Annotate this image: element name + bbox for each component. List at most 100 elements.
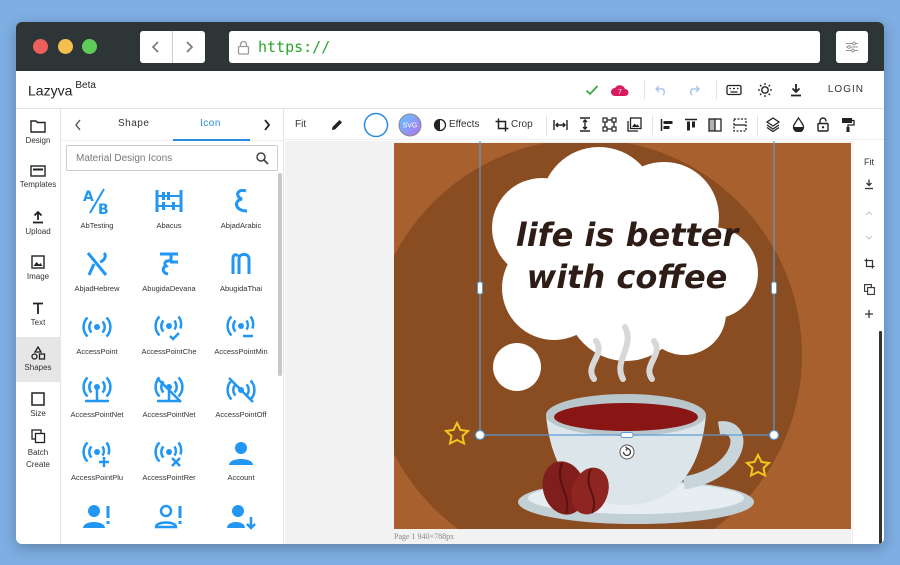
icon-tile[interactable]: AccessPointNet [133, 368, 205, 431]
header-divider [716, 80, 717, 100]
redo-button[interactable] [683, 80, 703, 100]
fill-color-button[interactable] [363, 112, 389, 138]
svg-badge-button[interactable]: SVG [397, 112, 423, 138]
panel-scrollbar[interactable] [278, 173, 282, 376]
svg-badge-label: SVG [403, 123, 418, 130]
nav-item-size[interactable]: Size [16, 382, 60, 428]
fit-width-button[interactable] [553, 114, 568, 135]
icon-tile[interactable] [133, 494, 205, 529]
add-page-button[interactable] [853, 309, 884, 321]
resize-handle-bottom[interactable] [620, 432, 634, 438]
icon-tile[interactable]: AccessPointPlu [61, 431, 133, 494]
nav-item-shapes[interactable]: Shapes [16, 336, 60, 382]
tab-icon[interactable]: Icon [200, 118, 221, 129]
move-up-button[interactable] [853, 209, 884, 219]
cloud-sync-button[interactable]: 7 [610, 80, 630, 100]
icon-tile[interactable]: AccessPointOff [205, 368, 277, 431]
download-button[interactable] [786, 80, 806, 100]
batch-create-icon [30, 429, 45, 444]
resize-handle-right[interactable] [771, 281, 777, 295]
minimize-window-button[interactable] [58, 39, 73, 54]
nav-item-upload[interactable]: Upload [16, 200, 60, 246]
crop-page-button[interactable] [853, 258, 884, 271]
search-icon[interactable] [256, 152, 269, 165]
browser-settings-button[interactable] [836, 31, 868, 63]
flip-vertical-button[interactable] [733, 114, 747, 135]
chevron-left-icon[interactable] [74, 119, 82, 131]
back-button[interactable] [140, 31, 172, 63]
duplicate-page-button[interactable] [853, 284, 884, 297]
theme-toggle-button[interactable] [755, 80, 775, 100]
icon-tile[interactable]: AbjadArabic [205, 179, 277, 242]
forward-button[interactable] [172, 31, 205, 63]
export-button[interactable] [853, 179, 884, 192]
icon-tile[interactable]: AccessPointChe [133, 305, 205, 368]
nav-item-templates[interactable]: Templates [16, 155, 60, 201]
icon-tile-label: Abacus [156, 221, 182, 230]
move-down-button[interactable] [853, 234, 884, 244]
undo-button[interactable] [652, 80, 672, 100]
replace-image-button[interactable] [627, 114, 642, 135]
icon-tile-label: AccessPointOff [215, 410, 267, 419]
app-logo[interactable]: Lazyva Beta [28, 80, 96, 99]
login-button[interactable]: LOGIN [828, 84, 864, 95]
layers-button[interactable] [766, 114, 780, 135]
icon-search [66, 145, 278, 171]
nav-item-text[interactable]: Text [16, 291, 60, 337]
icon-tile[interactable]: AB AbTesting [61, 179, 133, 242]
nav-item-label: Text [30, 317, 46, 327]
icon-tile-label: AccessPointNet [70, 410, 124, 419]
maximize-window-button[interactable] [82, 39, 97, 54]
icon-tile-label: AbTesting [80, 221, 114, 230]
flip-horizontal-button[interactable] [708, 114, 722, 135]
icon-tile[interactable]: Account [205, 431, 277, 494]
icon-tile[interactable]: AbugidaDevana [133, 242, 205, 305]
app-name: Lazyva [28, 82, 73, 99]
address-bar[interactable]: https:// [229, 31, 820, 63]
rotate-handle[interactable] [619, 444, 635, 460]
canvas-area: life is better with coffee Page 1 940×78… [285, 141, 851, 544]
fit-height-button[interactable] [578, 114, 592, 135]
align-top-button[interactable] [684, 114, 698, 135]
close-window-button[interactable] [33, 39, 48, 54]
crop-icon [864, 258, 874, 269]
icon-tile[interactable]: AccessPointRer [133, 431, 205, 494]
account-alert-outline-icon [154, 504, 182, 529]
lock-icon [237, 40, 250, 55]
lock-button[interactable] [817, 114, 829, 135]
zoom-fit-button[interactable]: Fit [853, 157, 884, 167]
icon-search-input[interactable] [76, 146, 256, 170]
edit-button[interactable] [330, 114, 344, 135]
keyboard-shortcuts-button[interactable] [724, 80, 744, 100]
crop-button[interactable]: Crop [495, 114, 533, 135]
icon-tile[interactable] [205, 494, 277, 530]
icon-tile[interactable]: AccessPointNet [61, 368, 133, 431]
transform-button[interactable] [602, 114, 617, 135]
account-alert-icon [83, 505, 110, 528]
svg-text:B: B [98, 202, 109, 216]
selection-box[interactable] [479, 141, 775, 436]
tab-shape[interactable]: Shape [118, 118, 149, 129]
icon-tile[interactable]: AbjadHebrew [61, 242, 133, 305]
icon-tile[interactable]: AbugidaThai [205, 242, 277, 305]
nav-item-design[interactable]: Design [16, 109, 60, 155]
chevron-right-icon[interactable] [263, 119, 271, 131]
saved-status-button[interactable] [582, 80, 602, 100]
resize-handle-bottom-left[interactable] [474, 429, 486, 441]
icon-tile[interactable] [61, 494, 133, 528]
format-painter-button[interactable] [841, 114, 855, 135]
nav-item-label: Image [26, 272, 50, 282]
fit-button[interactable]: Fit [295, 114, 306, 135]
nav-item-batch-create[interactable]: Batch Create [16, 428, 60, 474]
opacity-button[interactable] [792, 114, 805, 135]
nav-item-image[interactable]: Image [16, 246, 60, 292]
icon-tile[interactable]: AccessPoint [61, 305, 133, 368]
resize-handle-bottom-right[interactable] [768, 429, 780, 441]
effects-button[interactable]: Effects [433, 114, 479, 135]
icon-tile[interactable]: Abacus [133, 179, 205, 242]
resize-handle-left[interactable] [477, 281, 483, 295]
align-left-button[interactable] [660, 114, 674, 135]
canvas-scrollbar[interactable] [879, 331, 882, 544]
access-point-network-icon [82, 376, 112, 403]
icon-tile[interactable]: AccessPointMin [205, 305, 277, 368]
